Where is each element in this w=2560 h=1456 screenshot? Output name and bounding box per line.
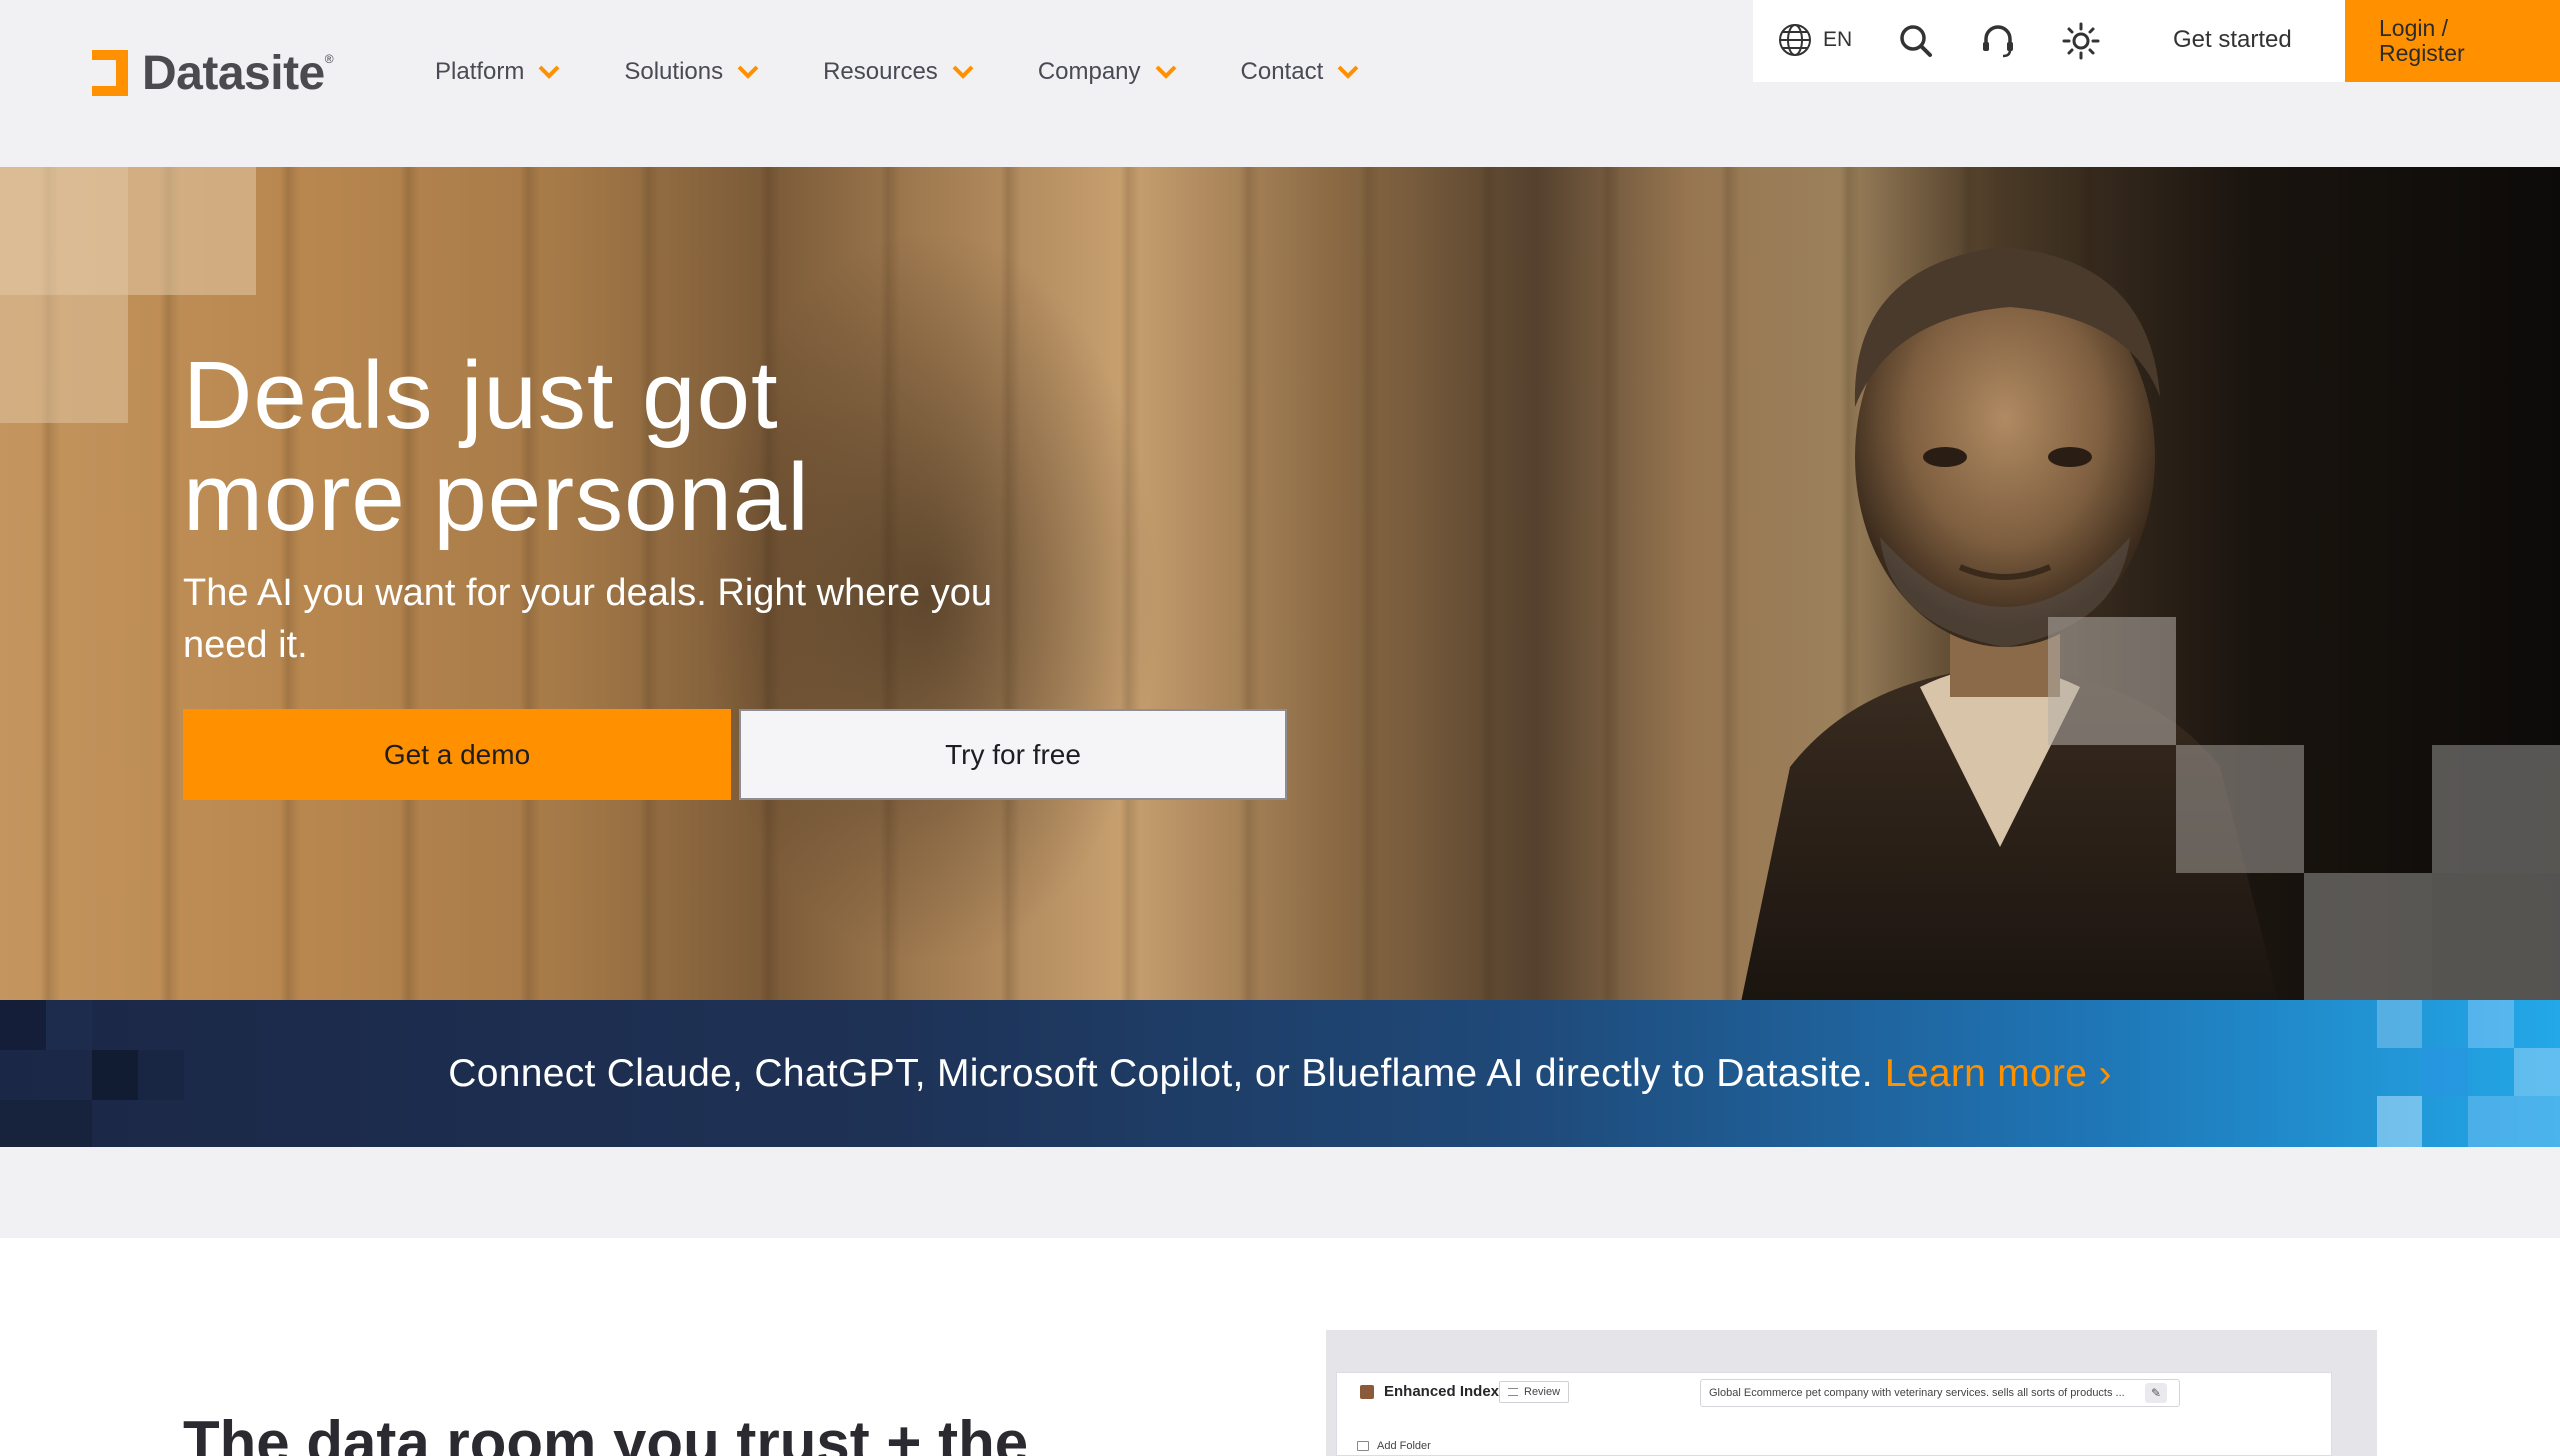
list-icon: [1508, 1388, 1518, 1396]
nav-resources-label: Resources: [823, 58, 938, 85]
decor-tile: [128, 167, 256, 295]
nav-contact-label: Contact: [1240, 58, 1324, 85]
description-field[interactable]: Global Ecommerce pet company with veteri…: [1700, 1379, 2180, 1407]
decor-tile: [2468, 1000, 2514, 1048]
chevron-down-icon: [1155, 65, 1176, 79]
language-selector[interactable]: EN: [1777, 22, 1852, 58]
chevron-down-icon: [538, 65, 560, 79]
sun-icon[interactable]: [2062, 22, 2100, 60]
nav-contact[interactable]: Contact: [1241, 58, 1360, 86]
decor-tile: [2377, 1000, 2422, 1048]
decor-tile: [92, 1050, 138, 1100]
headset-icon[interactable]: [1979, 22, 2017, 60]
hero-portrait: [1741, 247, 2279, 1000]
learn-more-link[interactable]: Learn more ›: [1885, 1052, 2112, 1095]
nav-company-label: Company: [1037, 58, 1141, 85]
decor-tile: [2377, 1096, 2422, 1147]
chevron-down-icon: [737, 65, 759, 79]
review-label: Review: [1524, 1386, 1561, 1398]
nav-company[interactable]: Company: [1038, 58, 1177, 86]
decor-tile: [0, 1100, 92, 1147]
preview-title-text: Enhanced Index: [1384, 1383, 1500, 1400]
decor-tile: [138, 1050, 184, 1100]
section-title: The data room you trust + the: [183, 1409, 1029, 1456]
nav-solutions[interactable]: Solutions: [624, 58, 759, 86]
review-button[interactable]: Review: [1499, 1381, 1570, 1403]
banner-text: Connect Claude, ChatGPT, Microsoft Copil…: [448, 1051, 1873, 1095]
hero-title-line-2: more personal: [183, 444, 810, 551]
decor-tile: [0, 1000, 46, 1050]
index-icon: [1360, 1384, 1374, 1399]
hero-title: Deals just got more personal: [183, 345, 810, 549]
nav-platform[interactable]: Platform: [435, 58, 560, 86]
nav-platform-label: Platform: [435, 58, 525, 85]
language-label: EN: [1823, 28, 1853, 51]
decor-tile: [2432, 745, 2560, 873]
banner-message: Connect Claude, ChatGPT, Microsoft Copil…: [448, 1052, 2111, 1096]
chevron-down-icon: [1337, 65, 1359, 79]
hero-section: Deals just got more personal The AI you …: [0, 167, 2560, 1000]
logo-wordmark: Datasite®: [142, 46, 334, 100]
decor-tile: [2304, 873, 2432, 1000]
nav-resources[interactable]: Resources: [823, 58, 974, 86]
add-folder-label: Add Folder: [1377, 1440, 1431, 1452]
decor-tile: [0, 167, 128, 295]
decor-tile: [2514, 1048, 2560, 1096]
login-register-button[interactable]: Login / Register: [2345, 0, 2560, 82]
globe-icon: [1779, 24, 1811, 56]
decor-tile: [2468, 1096, 2560, 1147]
search-icon[interactable]: [1897, 22, 1935, 60]
datasite-logo-mark: [92, 50, 130, 96]
try-free-button[interactable]: Try for free: [739, 709, 1287, 800]
decor-tile: [2422, 1048, 2468, 1096]
decor-tile: [2432, 873, 2560, 1000]
decor-tile: [0, 295, 128, 423]
folder-icon: [1357, 1441, 1369, 1451]
pencil-icon[interactable]: ✎: [2145, 1383, 2167, 1403]
get-demo-button[interactable]: Get a demo: [183, 709, 731, 800]
get-started-link[interactable]: Get started: [2173, 26, 2292, 54]
ai-connect-banner: Connect Claude, ChatGPT, Microsoft Copil…: [0, 1000, 2560, 1147]
chevron-right-icon: ›: [2098, 1051, 2112, 1095]
decor-tile: [46, 1000, 92, 1050]
add-folder-button[interactable]: Add Folder: [1357, 1440, 1431, 1452]
decor-tile: [2176, 745, 2304, 873]
site-header: Datasite® Platform Solutions Resources C…: [0, 0, 2560, 167]
main-nav: Platform Solutions Resources Company Con…: [435, 58, 1423, 86]
utility-bar: EN Get started: [1753, 0, 2345, 82]
preview-title: Enhanced Index: [1360, 1383, 1499, 1400]
hero-title-line-1: Deals just got: [183, 342, 779, 449]
nav-solutions-label: Solutions: [624, 58, 724, 85]
chevron-down-icon: [952, 65, 974, 79]
section-divider: [0, 1147, 2560, 1238]
datasite-logo[interactable]: Datasite®: [92, 46, 334, 100]
decor-tile: [2048, 617, 2176, 745]
hero-subtitle: The AI you want for your deals. Right wh…: [183, 572, 992, 666]
